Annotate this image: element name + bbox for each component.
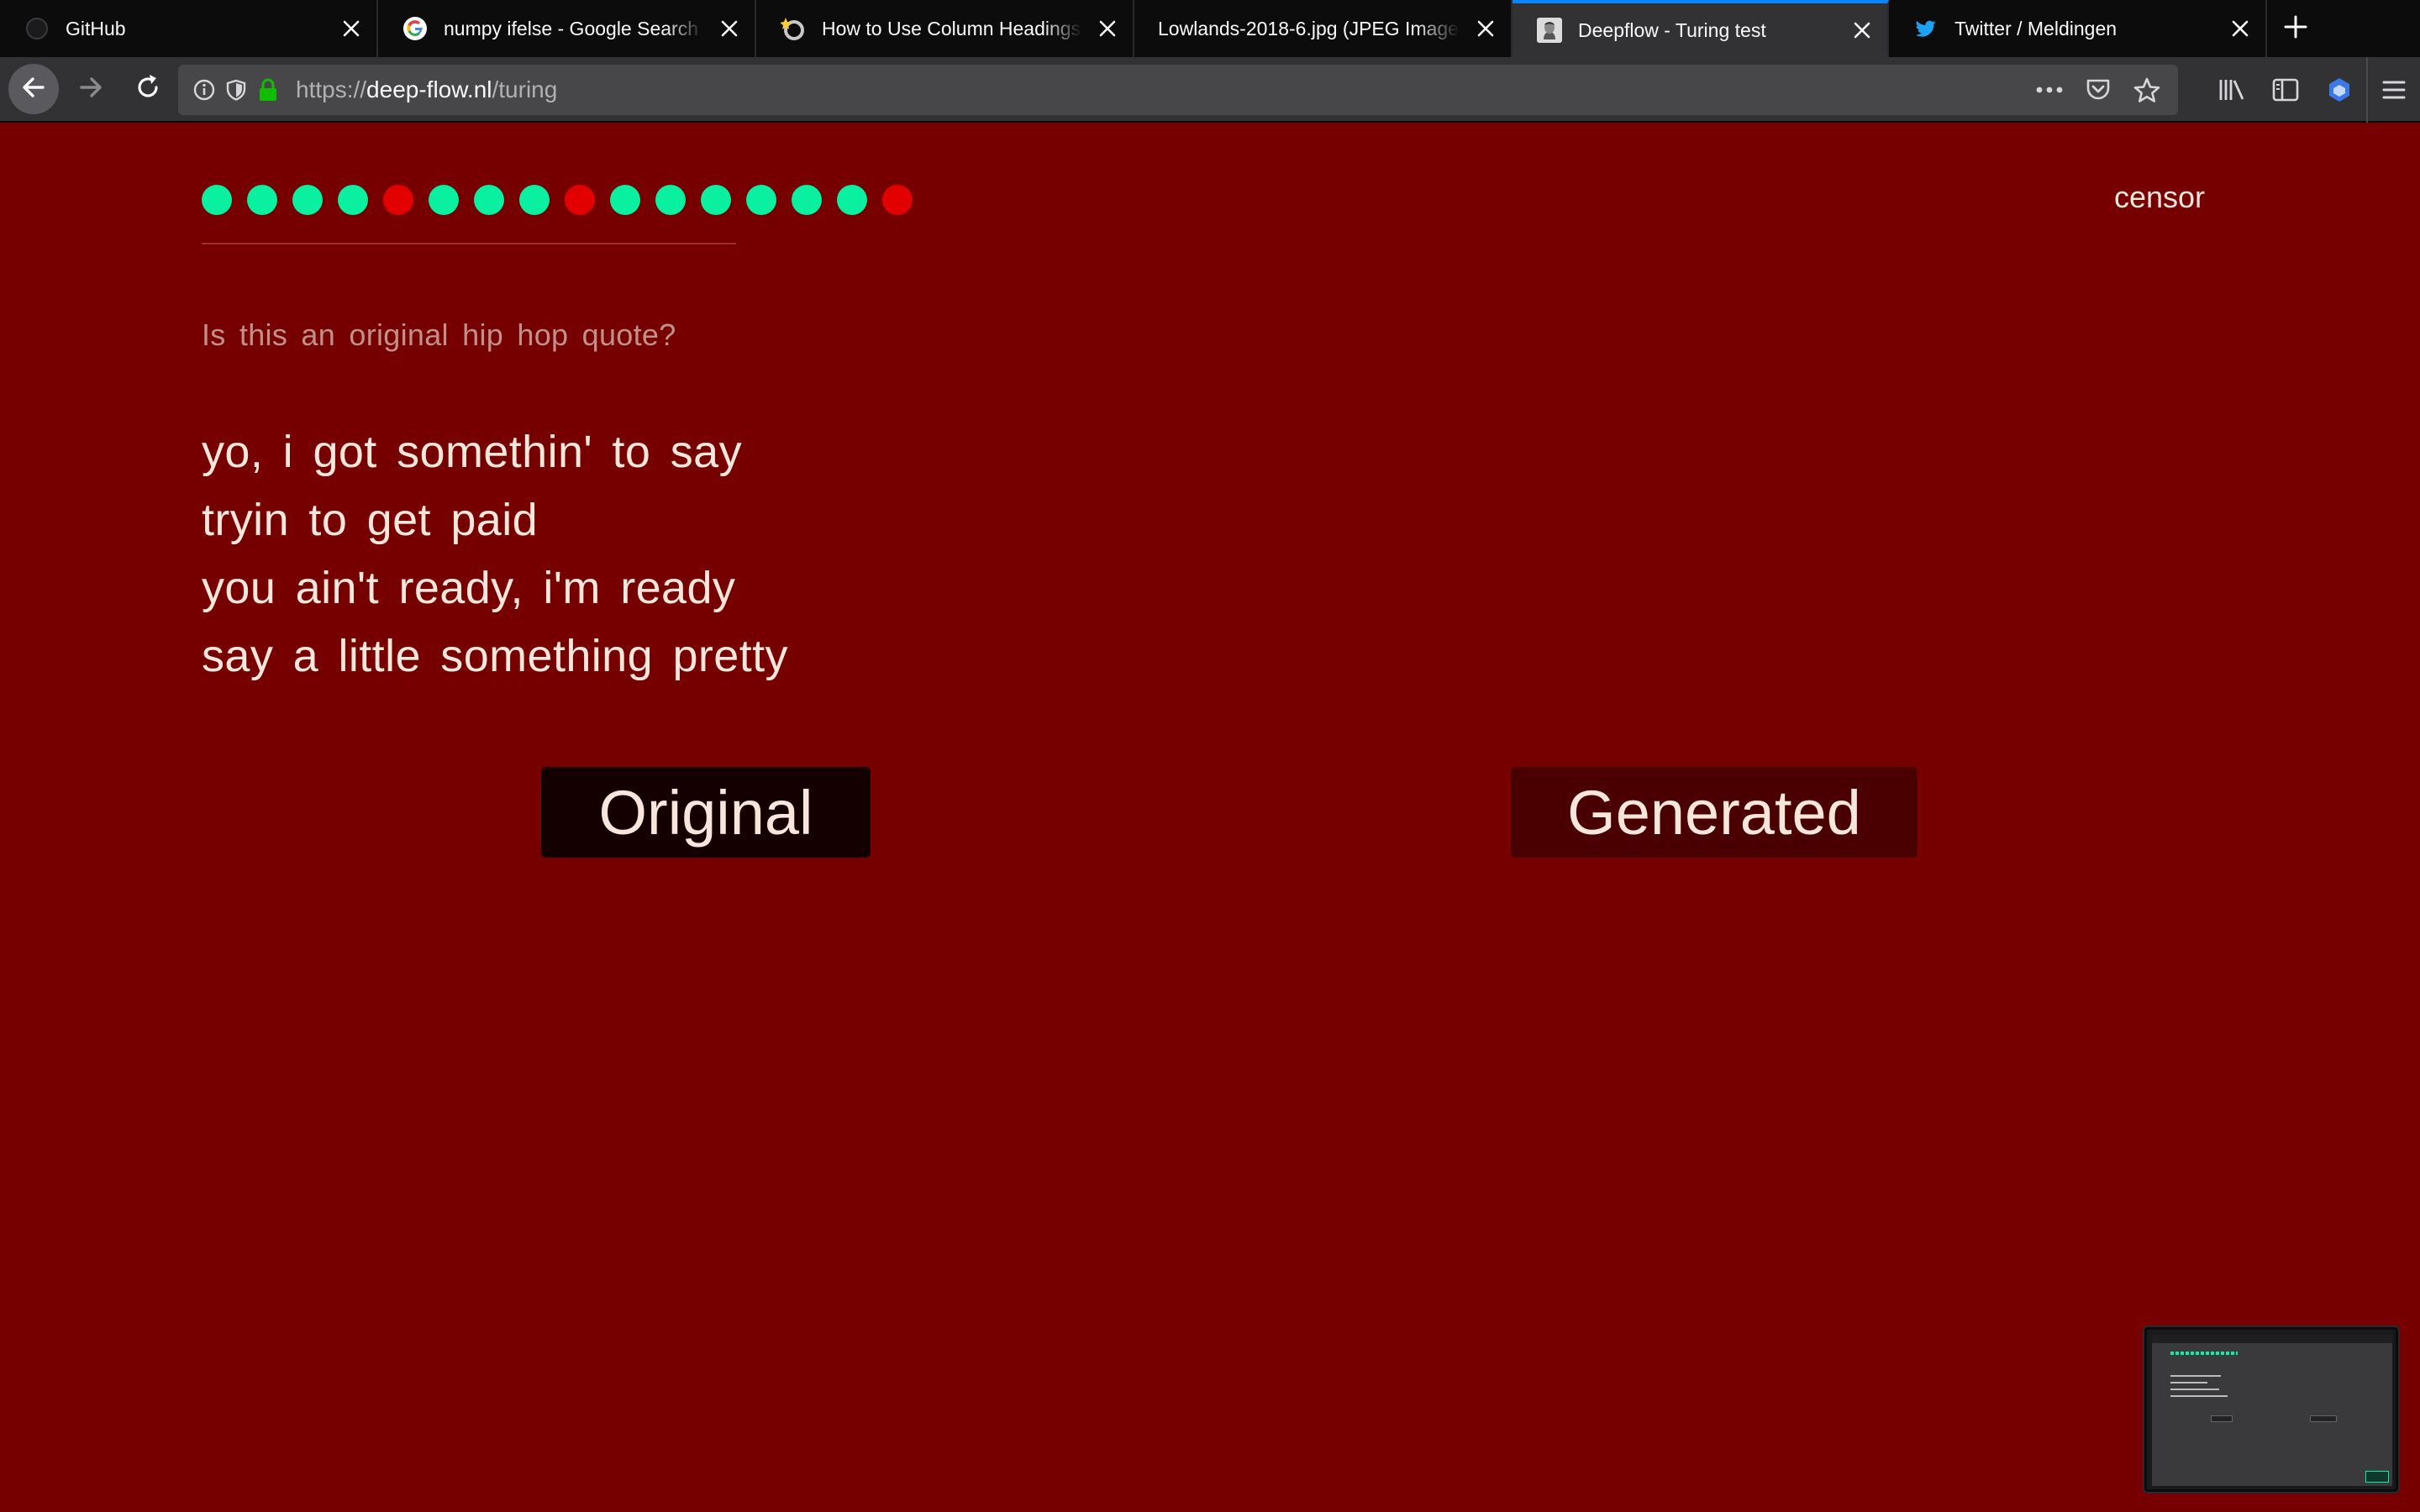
extension-icon[interactable]: [2312, 57, 2366, 123]
site-icon: [780, 15, 807, 42]
back-button[interactable]: [8, 64, 59, 114]
url-scheme: https://: [296, 76, 367, 102]
bookmark-star-icon[interactable]: [2123, 65, 2171, 115]
tab-column-headings[interactable]: How to Use Column Headings in: [756, 0, 1134, 57]
reload-button[interactable]: [123, 64, 173, 114]
new-tab-button[interactable]: [2267, 0, 2324, 57]
tab-title: Deepflow - Turing test: [1578, 18, 1766, 41]
address-bar[interactable]: https://deep-flow.nl/turing: [178, 65, 2178, 115]
reload-icon: [134, 73, 162, 106]
progress-dot-correct: [610, 185, 640, 215]
progress-dot-correct: [429, 185, 459, 215]
progress-dot-correct: [655, 185, 686, 215]
progress-dot-wrong: [565, 185, 595, 215]
progress-dot-correct: [292, 185, 323, 215]
google-icon: [402, 15, 429, 42]
lock-icon[interactable]: [252, 65, 284, 115]
info-icon[interactable]: [188, 65, 220, 115]
github-icon: [24, 15, 50, 42]
progress-dot-wrong: [882, 185, 913, 215]
url-actions: [2025, 65, 2171, 115]
url-host: deep-flow.nl: [366, 76, 492, 102]
tab-github[interactable]: GitHub: [0, 0, 378, 57]
censor-toggle[interactable]: censor: [2114, 180, 2205, 215]
forward-button[interactable]: [66, 64, 116, 114]
progress-dot-wrong: [383, 185, 413, 215]
original-button[interactable]: Original: [541, 767, 871, 858]
navigation-toolbar: https://deep-flow.nl/turing: [0, 57, 2420, 123]
progress-divider: [202, 243, 736, 244]
twitter-icon: [1912, 15, 1939, 42]
progress-dot-correct: [792, 185, 822, 215]
progress-dot-correct: [247, 185, 277, 215]
quote-line: you ain't ready, i'm ready: [202, 563, 736, 613]
close-icon[interactable]: [2215, 0, 2265, 57]
tab-strip: GitHub numpy ifelse - Google Search How …: [0, 0, 2420, 57]
progress-dot-correct: [837, 185, 867, 215]
progress-dot-correct: [202, 185, 232, 215]
generated-button[interactable]: Generated: [1511, 767, 1918, 858]
close-icon[interactable]: [326, 0, 376, 57]
quote-block: yo, i got somethin' to say tryin to get …: [202, 418, 788, 690]
tab-deepflow[interactable]: Deepflow - Turing test: [1512, 0, 1889, 57]
tab-title: How to Use Column Headings in: [822, 17, 1082, 39]
page-actions-icon[interactable]: [2025, 65, 2074, 115]
quote-line: yo, i got somethin' to say: [202, 427, 743, 477]
tab-google-search[interactable]: numpy ifelse - Google Search: [378, 0, 756, 57]
close-icon[interactable]: [1082, 0, 1133, 57]
back-arrow-icon: [19, 73, 48, 106]
toolbar-right: [2205, 57, 2420, 123]
tab-title: numpy ifelse - Google Search: [444, 17, 698, 39]
tab-lowlands-image[interactable]: Lowlands-2018-6.jpg (JPEG Image,: [1134, 0, 1512, 57]
progress-dot-correct: [519, 185, 550, 215]
tab-twitter[interactable]: Twitter / Meldingen: [1889, 0, 2267, 57]
close-icon[interactable]: [704, 0, 755, 57]
close-icon[interactable]: [1837, 3, 1887, 57]
close-icon[interactable]: [1460, 0, 1511, 57]
pocket-icon[interactable]: [2074, 65, 2123, 115]
tab-title: GitHub: [66, 17, 126, 39]
tab-title: Lowlands-2018-6.jpg (JPEG Image,: [1158, 17, 1460, 39]
quote-line: say a little something pretty: [202, 631, 788, 681]
tracking-shield-icon[interactable]: [220, 65, 252, 115]
menu-icon[interactable]: [2366, 57, 2420, 123]
tab-title: Twitter / Meldingen: [1954, 17, 2118, 39]
deepflow-icon: [1536, 17, 1563, 44]
plus-icon: [2283, 14, 2308, 44]
library-icon[interactable]: [2205, 57, 2259, 123]
thumbnail-preview-image: [2152, 1335, 2392, 1486]
score-progress: [202, 185, 928, 215]
forward-arrow-icon: [76, 73, 105, 106]
progress-dot-correct: [338, 185, 368, 215]
page-content: censor Is this an original hip hop quote…: [0, 124, 2420, 1512]
progress-dot-correct: [701, 185, 731, 215]
url-text[interactable]: https://deep-flow.nl/turing: [296, 76, 557, 103]
url-path: /turing: [492, 76, 558, 102]
question-prompt: Is this an original hip hop quote?: [202, 318, 676, 352]
sidebar-icon[interactable]: [2259, 57, 2312, 123]
progress-dot-correct: [474, 185, 504, 215]
progress-dot-correct: [746, 185, 776, 215]
quote-line: tryin to get paid: [202, 495, 539, 545]
screenshot-thumbnail[interactable]: [2144, 1327, 2398, 1492]
